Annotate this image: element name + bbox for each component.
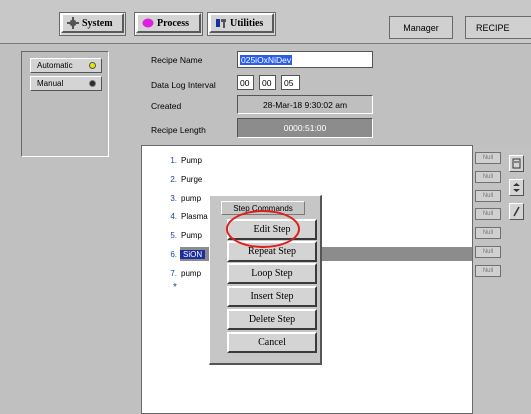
step-null-button[interactable]: Null	[475, 246, 501, 258]
edit-icon[interactable]	[509, 203, 524, 220]
page-glyph-icon	[512, 158, 521, 169]
step-null-button[interactable]: Null	[475, 152, 501, 164]
step-number: 3.	[170, 193, 177, 203]
step-null-button[interactable]: Null	[475, 171, 501, 183]
step-row[interactable]: 2. Purge	[142, 172, 472, 186]
step-row[interactable]: 1. Pump	[142, 153, 472, 167]
recipe-tab[interactable]: RECIPE	[465, 16, 531, 39]
created-label: Created	[151, 101, 182, 111]
insert-step-button[interactable]: Insert Step	[227, 286, 317, 307]
created-value: 28-Mar-18 9:30:02 am	[237, 95, 373, 114]
recipe-length-value: 0000:51:00	[237, 118, 373, 138]
step-number: 5.	[170, 230, 177, 240]
step-number: 1.	[170, 155, 177, 165]
process-label: Process	[157, 17, 190, 29]
step-null-button[interactable]: Null	[475, 190, 501, 202]
step-number: 7.	[170, 268, 177, 278]
recipe-name-label: Recipe Name	[151, 55, 203, 65]
automatic-label: Automatic	[37, 61, 73, 70]
recipe-name-field[interactable]: 025iOxNiDev	[237, 51, 373, 68]
step-name: Plasma	[181, 211, 208, 221]
step-name: Pump	[181, 230, 202, 240]
recipe-name-value: 025iOxNiDev	[240, 54, 293, 65]
data-log-seconds-field[interactable]: 05	[281, 75, 300, 90]
step-null-button[interactable]: Null	[475, 227, 501, 239]
step-side-column: Null Null Null Null Null Null Null	[473, 145, 531, 414]
step-number: 2.	[170, 174, 177, 184]
automatic-led-icon	[89, 62, 96, 69]
utilities-label: Utilities	[230, 17, 264, 29]
automatic-button[interactable]: Automatic	[30, 58, 102, 73]
recipe-length-label: Recipe Length	[151, 125, 206, 135]
system-label: System	[82, 17, 113, 29]
step-name: SiON	[180, 249, 206, 259]
system-button[interactable]: System	[61, 13, 124, 33]
delete-step-button[interactable]: Delete Step	[227, 309, 317, 330]
data-log-hours-field[interactable]: 00	[237, 75, 254, 90]
process-button[interactable]: Process	[136, 13, 201, 33]
end-marker: *	[173, 282, 177, 293]
data-log-minutes-field[interactable]: 00	[259, 75, 276, 90]
step-name: pump	[181, 268, 202, 278]
pencil-glyph-icon	[513, 206, 520, 217]
data-log-label: Data Log Interval	[151, 80, 216, 90]
utilities-button[interactable]: Utilities	[209, 13, 274, 33]
page-icon[interactable]	[509, 155, 524, 172]
step-number: 4.	[170, 211, 177, 221]
step-number: 6.	[170, 249, 177, 259]
step-name: pump	[181, 193, 202, 203]
updown-glyph-icon	[513, 183, 520, 192]
mode-panel: Automatic Manual	[21, 51, 109, 157]
gear-icon	[67, 17, 79, 29]
step-name: Purge	[181, 174, 203, 184]
tools-icon	[216, 19, 226, 28]
step-null-button[interactable]: Null	[475, 265, 501, 277]
top-toolbar: System Process Utilities Manager RECIPE	[0, 0, 531, 44]
highlight-ring	[226, 210, 300, 248]
manual-label: Manual	[37, 79, 64, 88]
scroll-icon[interactable]	[509, 179, 524, 196]
step-null-button[interactable]: Null	[475, 208, 501, 220]
manual-button[interactable]: Manual	[30, 76, 102, 91]
loop-step-button[interactable]: Loop Step	[227, 263, 317, 284]
cancel-button[interactable]: Cancel	[227, 332, 317, 353]
manager-tab[interactable]: Manager	[389, 16, 453, 39]
step-name: Pump	[181, 155, 202, 165]
manual-led-icon	[89, 80, 96, 87]
process-icon	[142, 18, 154, 28]
